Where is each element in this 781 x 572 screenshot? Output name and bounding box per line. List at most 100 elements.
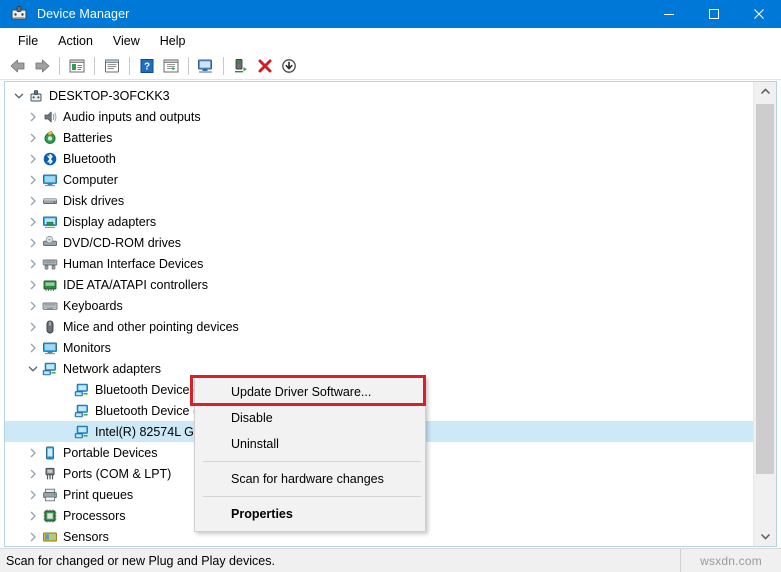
context-menu[interactable]: Update Driver Software... Disable Uninstal… (194, 376, 426, 532)
tree-item-label: IDE ATA/ATAPI controllers (63, 277, 208, 292)
back-button[interactable] (6, 55, 30, 78)
context-menu-separator (203, 496, 421, 497)
tree-item-label: Print queues (63, 487, 134, 502)
maximize-icon (708, 9, 719, 19)
tree-item-label: Batteries (63, 130, 113, 145)
tree-expander[interactable] (25, 487, 41, 503)
menu-file[interactable]: File (8, 31, 48, 51)
scroll-up-button[interactable] (754, 82, 776, 101)
disable-device-button[interactable] (277, 55, 301, 78)
network-adapter-icon (74, 404, 88, 417)
chevron-right-icon (30, 217, 36, 226)
device-manager-icon (11, 6, 27, 20)
monitor-icon (43, 342, 57, 354)
properties-button[interactable] (100, 55, 124, 78)
hid-icon (42, 259, 58, 270)
network-adapter-icon (73, 403, 91, 419)
tree-item[interactable]: Keyboards (5, 295, 753, 316)
watermark-area: wsxdn.com (680, 548, 781, 572)
tree-item[interactable]: Audio inputs and outputs (5, 106, 753, 127)
chevron-right-icon (30, 448, 36, 457)
tree-expander[interactable] (25, 151, 41, 167)
tree-expander[interactable] (25, 508, 41, 524)
tree-item-label: DVD/CD-ROM drives (63, 235, 182, 250)
tree-expander[interactable] (25, 172, 41, 188)
tree-expander[interactable] (25, 256, 41, 272)
chevron-right-icon (30, 532, 36, 541)
watermark-text: wsxdn.com (700, 553, 762, 568)
maximize-button[interactable] (691, 0, 736, 28)
tree-expander[interactable] (11, 88, 27, 104)
tree-item-label: Ports (COM & LPT) (63, 466, 172, 481)
tree-expander[interactable] (25, 319, 41, 335)
display-adapter-icon (43, 216, 57, 228)
tree-item[interactable]: IDE ATA/ATAPI controllers (5, 274, 753, 295)
tree-item-label: Network adapters (63, 361, 161, 376)
minimize-button[interactable] (646, 0, 691, 28)
close-button[interactable] (736, 0, 781, 28)
update-driver-software-button[interactable] (229, 55, 253, 78)
tree-expander[interactable] (25, 529, 41, 545)
tree-item-label: Display adapters (63, 214, 157, 229)
context-menu-item[interactable]: Disable (195, 405, 425, 431)
context-menu-item[interactable]: Properties (195, 501, 425, 527)
context-menu-item[interactable]: Uninstall (195, 431, 425, 457)
context-menu-item[interactable]: Scan for hardware changes (195, 466, 425, 492)
minimize-icon (663, 14, 674, 15)
port-icon (41, 466, 59, 482)
tree-expander[interactable] (25, 466, 41, 482)
tree-item-label: Sensors (63, 529, 109, 544)
tree-expander[interactable] (25, 130, 41, 146)
status-text: Scan for changed or new Plug and Play de… (6, 553, 275, 568)
tree-item[interactable]: Monitors (5, 337, 753, 358)
menu-view[interactable]: View (103, 31, 150, 51)
network-adapter-icon (74, 425, 88, 438)
sensor-icon (43, 532, 57, 541)
tree-item[interactable]: Display adapters (5, 211, 753, 232)
monitor-icon (43, 174, 57, 186)
tree-item[interactable]: Batteries (5, 127, 753, 148)
uninstall-device-button[interactable] (253, 55, 277, 78)
mouse-icon (41, 319, 59, 335)
menu-help[interactable]: Help (150, 31, 196, 51)
tree-item[interactable]: DESKTOP-3OFCKK3 (5, 85, 753, 106)
tree-item-label: Keyboards (63, 298, 123, 313)
toolbar-separator (129, 57, 130, 75)
tree-item[interactable]: Human Interface Devices (5, 253, 753, 274)
tree-expander[interactable] (25, 214, 41, 230)
tree-expander[interactable] (25, 193, 41, 209)
scan-for-hardware-changes-button[interactable] (194, 55, 218, 78)
menu-action[interactable]: Action (48, 31, 103, 51)
context-menu-item[interactable]: Update Driver Software... (195, 379, 425, 405)
vertical-scrollbar[interactable] (753, 82, 776, 546)
scroll-down-button[interactable] (754, 527, 776, 546)
battery-icon (44, 130, 56, 144)
tree-expander[interactable] (25, 445, 41, 461)
tree-expander[interactable] (25, 277, 41, 293)
help-button[interactable]: ? (135, 55, 159, 78)
forward-icon (35, 59, 50, 73)
tree-item[interactable]: Disk drives (5, 190, 753, 211)
tree-expander[interactable] (25, 298, 41, 314)
chevron-right-icon (30, 259, 36, 268)
tree-item[interactable]: Mice and other pointing devices (5, 316, 753, 337)
tree-item[interactable]: Computer (5, 169, 753, 190)
show-hide-console-tree-button[interactable] (65, 55, 89, 78)
scrollbar-thumb[interactable] (756, 104, 774, 474)
title-bar[interactable]: Device Manager (0, 0, 781, 28)
tree-expander[interactable] (25, 340, 41, 356)
tree-item[interactable]: Bluetooth (5, 148, 753, 169)
chevron-down-icon (14, 93, 24, 98)
bluetooth-icon (43, 152, 57, 165)
tree-expander[interactable] (25, 235, 41, 251)
tree-item-label: Audio inputs and outputs (63, 109, 201, 124)
computer-root-icon (30, 89, 42, 101)
show-hidden-devices-button[interactable] (159, 55, 183, 78)
tree-expander[interactable] (25, 361, 41, 377)
update-driver-software-icon (235, 59, 247, 73)
forward-button[interactable] (30, 55, 54, 78)
tree-item[interactable]: DVD/CD-ROM drives (5, 232, 753, 253)
tree-expander[interactable] (25, 109, 41, 125)
